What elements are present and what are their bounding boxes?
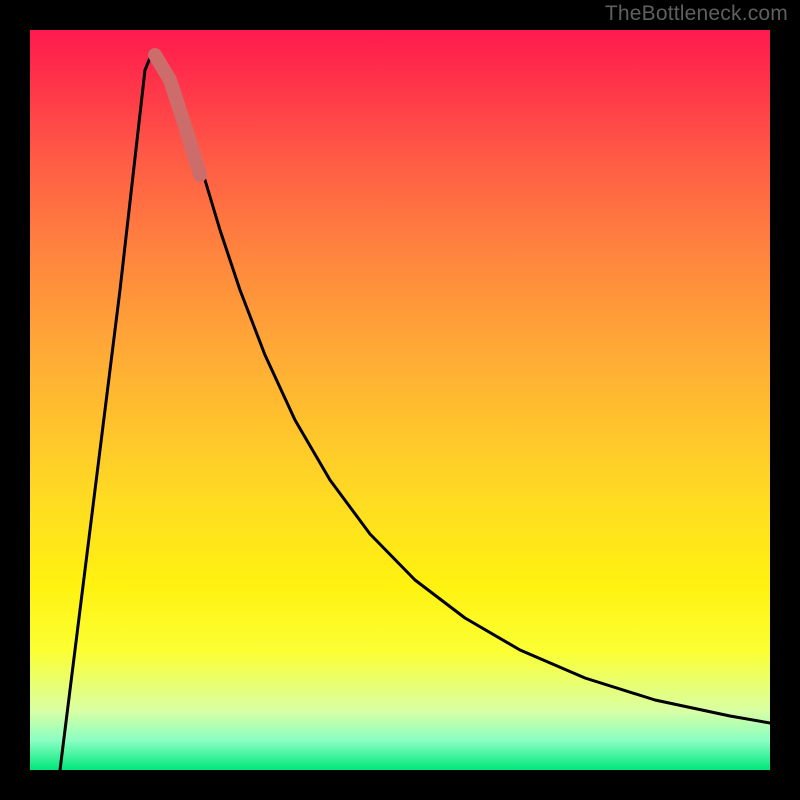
plot-area <box>30 30 770 770</box>
bottleneck-curve <box>60 54 770 770</box>
curve-layer <box>30 30 770 770</box>
highlight-segment <box>155 55 200 175</box>
watermark-text: TheBottleneck.com <box>605 2 788 26</box>
chart-frame: TheBottleneck.com <box>0 0 800 800</box>
